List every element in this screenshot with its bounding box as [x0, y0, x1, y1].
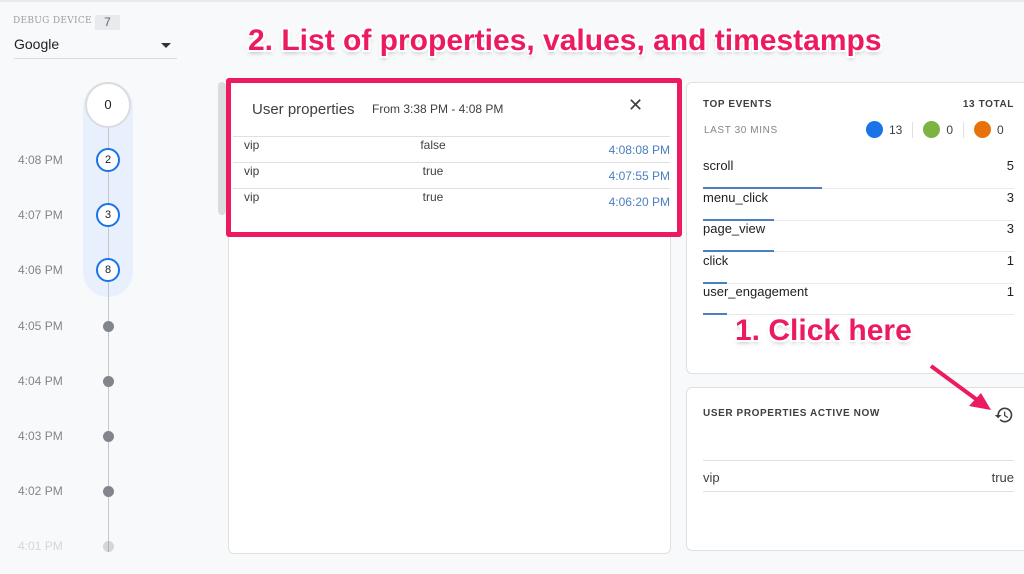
gift-icon — [974, 121, 992, 138]
timeline-dot[interactable] — [103, 321, 114, 332]
event-row[interactable]: menu_click 3 — [703, 190, 1014, 221]
timeline-bubble[interactable]: 3 — [96, 203, 120, 227]
event-name: user_engagement — [703, 284, 808, 299]
event-count: 5 — [1006, 158, 1014, 173]
user-count: 13 — [889, 122, 903, 137]
timeline-dot[interactable] — [103, 541, 114, 552]
caret-down-icon — [161, 43, 171, 48]
timeline-dot[interactable] — [103, 431, 114, 442]
event-row[interactable]: user_engagement 1 — [703, 284, 1014, 315]
debug-device-select[interactable]: Google — [14, 36, 177, 59]
property-value: true — [422, 190, 444, 204]
property-value: true — [422, 164, 444, 178]
timeline-time: 4:01 PM — [18, 539, 63, 553]
event-name: click — [703, 252, 729, 268]
event-count: 1 — [1006, 284, 1014, 299]
history-icon[interactable] — [994, 405, 1014, 425]
top-events-total: 13 TOTAL — [962, 99, 1014, 110]
annotation-list: 2. List of properties, values, and times… — [248, 24, 882, 57]
user-icon — [866, 121, 883, 138]
gift-count: 0 — [997, 122, 1004, 137]
timeline-bubble[interactable]: 8 — [96, 258, 120, 282]
timeline-top-count[interactable]: 0 — [85, 82, 131, 128]
property-timestamp[interactable]: 4:07:55 PM — [609, 169, 670, 183]
user-property-row: vip false 4:08:08 PM — [233, 136, 670, 162]
user-property-row: vip true 4:06:20 PM — [233, 188, 670, 214]
active-property-row: vip true — [703, 460, 1014, 492]
property-key: vip — [244, 138, 260, 152]
property-key: vip — [703, 470, 720, 485]
debug-device-count: 7 — [95, 15, 120, 30]
timeline-time: 4:02 PM — [18, 484, 63, 498]
top-events-period: LAST 30 MINS — [704, 125, 778, 136]
arrow-annotation — [929, 364, 991, 410]
event-name: scroll — [703, 158, 734, 173]
flag-icon — [923, 121, 941, 138]
timeline-time: 4:03 PM — [18, 429, 63, 443]
timeline-bubble[interactable]: 2 — [96, 148, 120, 172]
timeline-time: 4:05 PM — [18, 319, 63, 333]
user-properties-range: From 3:38 PM - 4:08 PM — [372, 102, 504, 116]
device-name: Google — [14, 36, 60, 52]
property-key: vip — [244, 164, 260, 178]
timeline-dot[interactable] — [103, 486, 114, 497]
property-value: true — [991, 470, 1014, 485]
top-divider — [0, 0, 1024, 2]
timeline-time: 4:08 PM — [18, 153, 63, 167]
close-icon[interactable]: ✕ — [628, 95, 643, 116]
event-count: 3 — [1006, 189, 1014, 205]
event-name: page_view — [703, 221, 766, 236]
event-count: 3 — [1006, 221, 1014, 236]
timeline-dot[interactable] — [103, 376, 114, 387]
property-timestamp[interactable]: 4:06:20 PM — [609, 195, 670, 209]
property-value: false — [420, 138, 446, 152]
event-name: menu_click — [703, 189, 769, 205]
timeline-time: 4:04 PM — [18, 374, 63, 388]
flag-count: 0 — [946, 122, 954, 137]
top-events-title: TOP EVENTS — [703, 99, 772, 110]
timeline-time: 4:07 PM — [18, 208, 63, 222]
event-bar — [703, 313, 727, 315]
timeline-time: 4:06 PM — [18, 263, 63, 277]
event-row[interactable]: page_view 3 — [703, 221, 1014, 252]
annotation-click: 1. Click here — [735, 314, 912, 347]
user-property-row: vip true 4:07:55 PM — [233, 162, 670, 188]
scrollbar[interactable] — [218, 82, 226, 215]
property-key: vip — [244, 190, 260, 204]
event-row[interactable]: click 1 — [703, 253, 1014, 284]
event-row[interactable]: scroll 5 — [703, 158, 1014, 189]
active-properties-title: USER PROPERTIES ACTIVE NOW — [703, 408, 880, 419]
property-timestamp[interactable]: 4:08:08 PM — [609, 143, 670, 157]
event-count: 1 — [1006, 252, 1014, 268]
debug-device-label: DEBUG DEVICE — [13, 16, 92, 26]
event-counters: 13 0 0 — [866, 121, 1004, 138]
user-properties-title: User properties — [252, 101, 355, 118]
